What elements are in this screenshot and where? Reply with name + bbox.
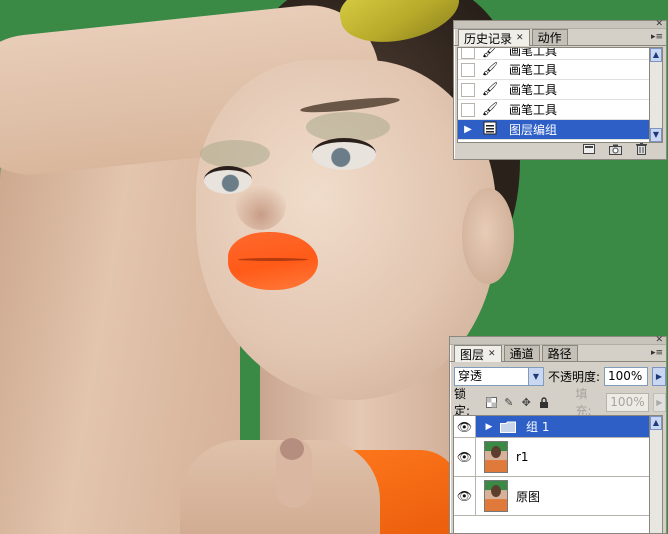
folder-icon	[500, 421, 516, 433]
scroll-down-arrow-icon[interactable]: ▼	[650, 128, 662, 142]
history-item-selected[interactable]: ▶ 图层编组	[458, 120, 649, 140]
lock-image-pixels-icon[interactable]: ✎	[502, 395, 515, 409]
layer-name: 组 1	[526, 420, 550, 434]
lock-transparent-pixels-icon[interactable]	[485, 395, 498, 409]
history-source-checkbox[interactable]	[461, 62, 475, 77]
snapshot-camera-icon[interactable]	[608, 143, 622, 155]
tab-history[interactable]: 历史记录 ✕	[458, 29, 530, 46]
history-item-label: 画笔工具	[509, 103, 558, 117]
opacity-label: 不透明度:	[547, 369, 601, 384]
brush-icon: 🖌	[481, 62, 499, 77]
layers-panel: ✕ 图层 ✕ 通道 路径 ▸≡ 穿透 ▼ 不透明度: 100% ▶ 锁定: ✎ …	[449, 336, 667, 534]
eye-visibility-icon[interactable]: 👁	[454, 416, 476, 437]
chevron-down-icon[interactable]: ▼	[527, 367, 543, 385]
layer-name: 原图	[516, 489, 541, 504]
lock-all-icon[interactable]	[537, 395, 550, 409]
history-item-label: 画笔工具	[509, 63, 558, 77]
fill-input[interactable]: 100%	[606, 392, 649, 412]
fill-label: 填充:	[575, 387, 592, 418]
expand-triangle-icon[interactable]: ▶	[482, 422, 496, 432]
layer-name: r1	[516, 450, 529, 464]
tab-close-icon[interactable]: ✕	[516, 33, 524, 43]
tab-channels[interactable]: 通道	[503, 345, 540, 361]
tab-close-icon[interactable]: ✕	[488, 349, 496, 359]
layer-group-icon	[479, 121, 501, 139]
history-scrollbar[interactable]: ▲ ▼	[649, 47, 663, 143]
history-source-checkbox[interactable]	[461, 82, 475, 97]
orange-lips	[228, 232, 318, 290]
brush-icon: 🖌	[481, 82, 499, 97]
brush-icon: 🖌	[481, 47, 499, 59]
eye-visibility-icon[interactable]: 👁	[454, 477, 476, 515]
lock-fill-row: 锁定: ✎ ✥ 填充: 100% ▶	[450, 387, 667, 418]
history-footer	[454, 141, 666, 157]
ear	[462, 188, 514, 284]
new-document-from-state-icon[interactable]	[582, 143, 596, 155]
fill-slider-arrow-icon[interactable]: ▶	[652, 392, 667, 412]
blend-mode-value: 穿透	[458, 368, 483, 383]
tab-actions-label: 动作	[537, 31, 562, 45]
fingernail	[280, 438, 304, 460]
history-panel-grip[interactable]: ✕	[454, 20, 666, 29]
eye-right	[312, 138, 376, 170]
layer-thumbnail	[484, 480, 508, 512]
history-item[interactable]: 🖌 画笔工具	[458, 100, 649, 120]
panel-menu-icon[interactable]: ▸≡	[651, 348, 663, 358]
lip-line	[238, 258, 308, 261]
lock-label: 锁定:	[454, 387, 471, 418]
layers-panel-close-icon[interactable]: ✕	[655, 336, 663, 345]
history-state-marker-icon[interactable]: ▶	[461, 122, 475, 137]
history-item-label: 画笔工具	[509, 83, 558, 97]
tab-layers-label: 图层	[460, 347, 485, 362]
layer-thumbnail	[484, 441, 508, 473]
layers-tabbar: 图层 ✕ 通道 路径 ▸≡	[450, 345, 666, 362]
layer-row-original[interactable]: 👁 原图	[454, 477, 651, 516]
eyeshadow-left	[200, 140, 270, 168]
blend-opacity-row: 穿透 ▼ 不透明度: 100% ▶	[450, 365, 666, 387]
tab-channels-label: 通道	[509, 347, 534, 361]
history-item-label: 图层编组	[509, 123, 558, 137]
tab-actions[interactable]: 动作	[531, 29, 568, 45]
tab-history-label: 历史记录	[464, 31, 513, 46]
opacity-slider-arrow-icon[interactable]: ▶	[652, 366, 666, 386]
layers-panel-grip[interactable]: ✕	[450, 336, 666, 345]
tab-paths[interactable]: 路径	[541, 345, 578, 361]
tab-paths-label: 路径	[547, 347, 572, 361]
scroll-up-arrow-icon[interactable]: ▲	[650, 48, 662, 62]
history-item[interactable]: 🖌 画笔工具	[458, 80, 649, 100]
layer-list[interactable]: 👁 ▶ 组 1 👁 r1 👁 原图	[453, 415, 652, 534]
opacity-input[interactable]: 100%	[604, 366, 648, 386]
history-item[interactable]: 🖌 画笔工具	[458, 48, 649, 60]
history-item[interactable]: 🖌 画笔工具	[458, 60, 649, 80]
history-item-label: 画笔工具	[509, 47, 558, 58]
history-list[interactable]: 🖌 画笔工具 🖌 画笔工具 🖌 画笔工具 🖌 画笔工具 ▶ 图层编组	[457, 47, 650, 143]
layer-row-r1[interactable]: 👁 r1	[454, 438, 651, 477]
history-source-checkbox[interactable]	[461, 102, 475, 117]
layer-row-group-1[interactable]: 👁 ▶ 组 1	[454, 416, 651, 438]
eye-visibility-icon[interactable]: 👁	[454, 438, 476, 476]
history-source-checkbox[interactable]	[461, 48, 475, 59]
trash-icon[interactable]	[634, 143, 648, 155]
panel-menu-icon[interactable]: ▸≡	[651, 32, 663, 42]
brush-icon: 🖌	[481, 102, 499, 117]
history-panel: ✕ 历史记录 ✕ 动作 ▸≡ 🖌 画笔工具 🖌 画笔工具 🖌 画笔工具 �	[453, 20, 667, 160]
layers-scrollbar[interactable]: ▲	[649, 415, 663, 534]
lock-position-icon[interactable]: ✥	[520, 395, 533, 409]
blend-mode-select[interactable]: 穿透 ▼	[454, 366, 544, 386]
scroll-up-arrow-icon[interactable]: ▲	[650, 416, 662, 430]
tab-layers[interactable]: 图层 ✕	[454, 345, 502, 362]
nose	[236, 180, 286, 230]
history-tabbar: 历史记录 ✕ 动作 ▸≡	[454, 29, 666, 46]
history-panel-close-icon[interactable]: ✕	[655, 20, 663, 29]
